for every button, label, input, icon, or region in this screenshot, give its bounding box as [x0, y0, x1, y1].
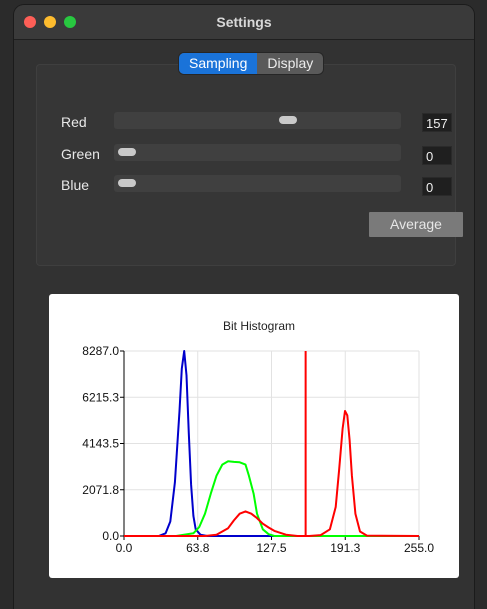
chart-tick-labels: 0.0 63.8 127.5 191.3 255.0 0.0 2071.8 4143.5 621… — [82, 344, 434, 555]
blue-slider[interactable] — [114, 175, 401, 192]
green-slider-knob[interactable] — [118, 148, 136, 156]
window-title: Settings — [216, 14, 272, 30]
y-tick-label: 6215.3 — [82, 390, 119, 404]
red-slider[interactable] — [114, 112, 401, 129]
blue-slider-knob[interactable] — [118, 179, 136, 187]
red-slider-knob[interactable] — [278, 116, 297, 124]
tab-display[interactable]: Display — [257, 53, 323, 74]
blue-label: Blue — [61, 177, 90, 193]
green-slider[interactable] — [114, 144, 401, 161]
red-value-field[interactable]: 157 — [422, 113, 452, 132]
tab-bar: Sampling Display — [179, 53, 324, 74]
chart-grid — [123, 350, 420, 537]
chart-axes — [120, 350, 420, 540]
x-tick-label: 63.8 — [186, 541, 210, 555]
bit-histogram-chart: Bit Histogram 0.0 63.8 127.5 191.3 255.0 0.0 2… — [82, 319, 434, 555]
red-label: Red — [61, 114, 87, 130]
y-tick-label: 0.0 — [102, 529, 119, 543]
green-label: Green — [61, 146, 100, 162]
green-value-field[interactable]: 0 — [422, 146, 452, 165]
tab-sampling[interactable]: Sampling — [179, 53, 258, 74]
y-tick-label: 8287.0 — [82, 344, 119, 358]
title-bar[interactable]: Settings — [14, 5, 474, 40]
chart-title: Bit Histogram — [223, 319, 295, 333]
x-tick-label: 191.3 — [330, 541, 360, 555]
x-tick-label: 0.0 — [116, 541, 133, 555]
x-tick-label: 127.5 — [256, 541, 286, 555]
y-tick-label: 2071.8 — [82, 483, 119, 497]
settings-window: Settings Sampling Display Red 157 Green … — [14, 5, 474, 609]
histogram-panel: Bit Histogram 0.0 63.8 127.5 191.3 255.0 0.0 2… — [49, 294, 459, 578]
y-tick-label: 4143.5 — [82, 437, 119, 451]
x-tick-label: 255.0 — [404, 541, 434, 555]
average-button[interactable]: Average — [369, 212, 463, 237]
blue-value-field[interactable]: 0 — [422, 177, 452, 196]
